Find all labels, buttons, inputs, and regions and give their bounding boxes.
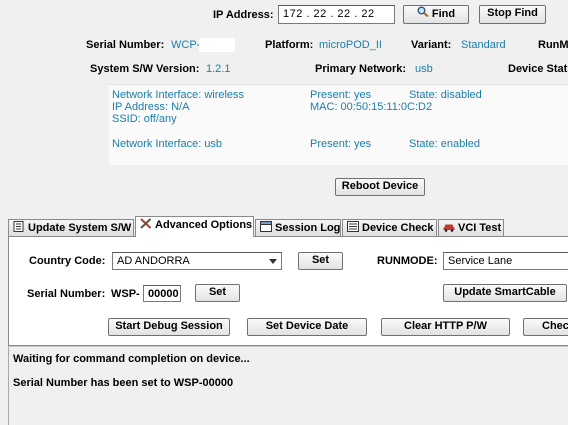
runmode-field-label: RUNMODE: [377,255,438,267]
system-sw-version-value: 1.2.1 [206,63,231,75]
serial-redaction [199,38,235,52]
advanced-options-panel: Country Code: AD ANDORRA Set RUNMODE: Se… [8,236,568,346]
find-button-label: Find [431,8,456,20]
wireless-mac: MAC: 00:50:15:11:0C:D2 [310,101,433,113]
check-icon [347,221,359,232]
serial-prefix: WSP- [111,288,140,300]
runmode-value: Service Lane [448,255,513,267]
wireless-ip-address: IP Address: N/A [112,101,190,113]
primary-network-label: Primary Network: [315,63,407,75]
serial-set-button[interactable]: Set [195,284,240,302]
set-device-date-button[interactable]: Set Device Date [247,318,367,336]
tab-label: Session Log [275,222,341,234]
log-line: Waiting for command completion on device… [13,353,250,365]
variant-value: Standard [461,39,506,51]
update-smartcable-button[interactable]: Update SmartCable [443,284,567,302]
chevron-down-icon [269,259,277,264]
log-line: Serial Number has been set to WSP-00000 [13,377,234,389]
ip-address-input[interactable]: 172 . 22 . 22 . 22 [278,5,395,24]
device-status-label: Device Statu [508,63,568,75]
wireless-present: Present: yes [310,89,372,101]
network-interface-list: Network Interface: wireless IP Address: … [109,84,568,165]
country-code-select[interactable]: AD ANDORRA [112,252,282,270]
wireless-interface: Network Interface: wireless [112,89,245,101]
country-code-value: AD ANDORRA [117,255,190,267]
ip-address-label: IP Address: [213,9,274,21]
platform-label: Platform: [265,39,314,51]
tab-label: Advanced Options [155,219,253,231]
usb-present: Present: yes [310,138,372,150]
tab-session-log[interactable]: Session Log [255,219,341,237]
magnifier-icon [417,6,429,22]
tab-advanced-options[interactable]: Advanced Options [135,216,254,237]
tab-label: Device Check [362,222,434,234]
tab-label: VCI Test [458,222,502,234]
tab-vci-test[interactable]: VCI Test [438,219,504,237]
stop-find-button[interactable]: Stop Find [479,5,546,24]
car-icon [443,221,455,232]
tab-update-system-sw[interactable]: Update System S/W [8,219,134,237]
tools-icon [140,218,152,229]
wireless-ssid: SSID: off/any [112,113,177,125]
platform-value: microPOD_II [319,39,382,51]
usb-state: State: enabled [409,138,480,150]
runmode-label: RunM [538,39,568,51]
country-code-label: Country Code: [29,255,106,267]
tab-device-check[interactable]: Device Check [342,219,437,237]
serial-number-label: Serial Number: [86,39,165,51]
find-button[interactable]: Find [403,5,469,24]
document-icon [13,221,25,232]
primary-network-value: usb [415,63,433,75]
runmode-select[interactable]: Service Lane [443,252,568,270]
tab-label: Update System S/W [28,222,132,234]
reboot-device-button[interactable]: Reboot Device [335,178,425,196]
wireless-state: State: disabled [409,89,482,101]
serial-number-input[interactable]: 00000 [143,285,181,302]
variant-label: Variant: [411,39,452,51]
log-icon [260,221,272,232]
start-debug-session-button[interactable]: Start Debug Session [108,318,230,336]
clear-http-pw-button[interactable]: Clear HTTP P/W [381,318,510,336]
country-set-button[interactable]: Set [298,252,343,270]
check-button[interactable]: Check [523,318,568,336]
status-log: Waiting for command completion on device… [8,346,568,425]
system-sw-version-label: System S/W Version: [90,63,200,75]
usb-interface: Network Interface: usb [112,138,223,150]
serial-number-field-label: Serial Number: [27,288,106,300]
